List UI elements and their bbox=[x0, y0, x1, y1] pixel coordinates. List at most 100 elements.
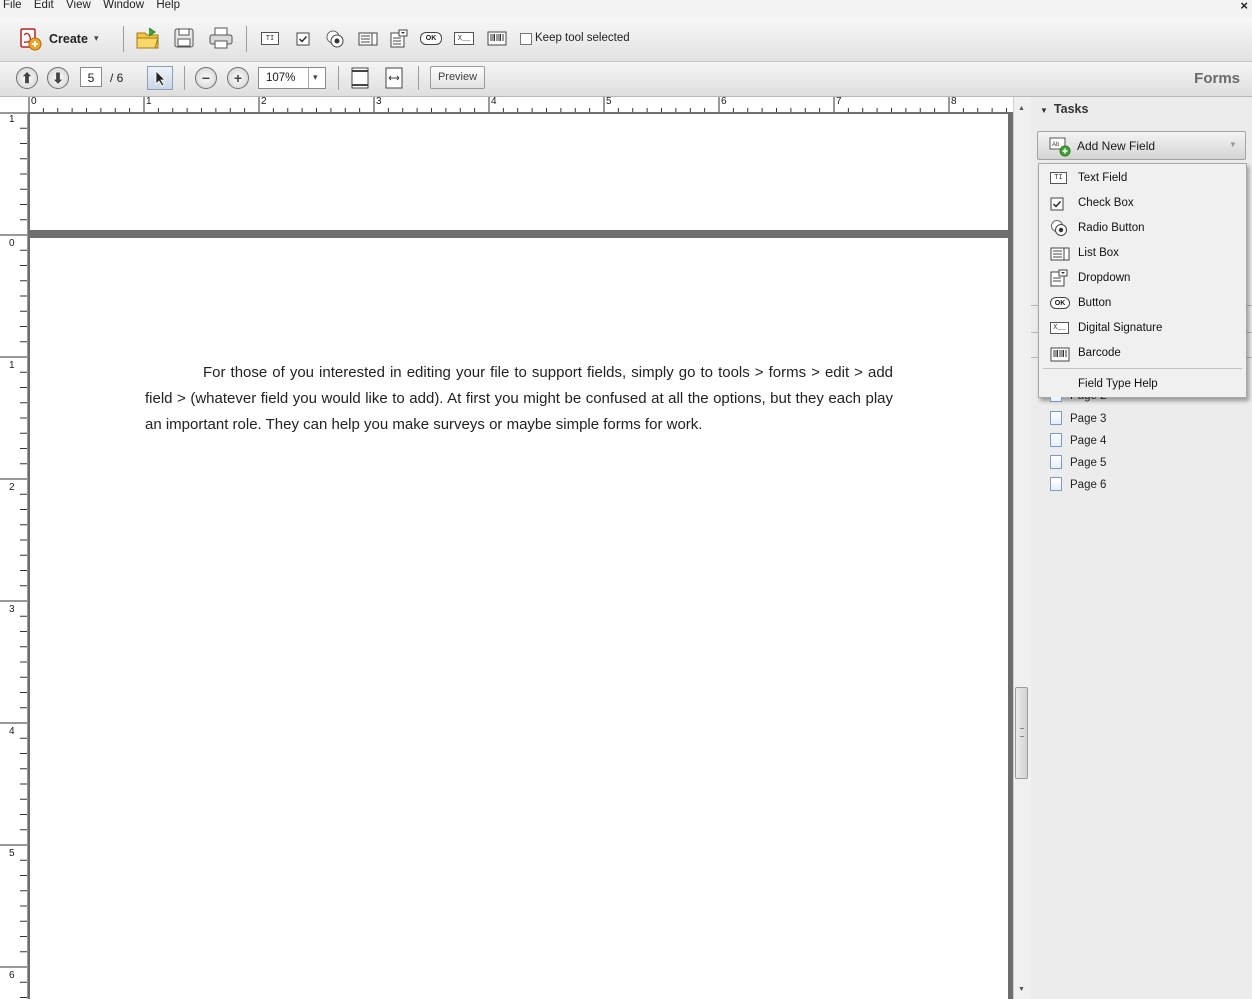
menu-view[interactable]: View bbox=[66, 0, 91, 12]
previous-page-area[interactable] bbox=[30, 114, 1008, 230]
menu-item-barcode[interactable]: Barcode bbox=[1039, 342, 1246, 366]
ruler-label: 1 bbox=[146, 97, 152, 107]
create-button[interactable]: Create ▾ bbox=[18, 26, 102, 52]
ruler-label: 8 bbox=[951, 97, 957, 107]
check-box-tool-icon[interactable] bbox=[296, 32, 310, 46]
menu-item-label: Field Type Help bbox=[1078, 378, 1158, 390]
ruler-label: 7 bbox=[836, 97, 842, 107]
page-icon bbox=[1050, 455, 1062, 469]
select-tool-button[interactable] bbox=[147, 66, 173, 90]
check-box-icon bbox=[1050, 197, 1064, 211]
menu-edit[interactable]: Edit bbox=[34, 0, 54, 12]
minus-icon: − bbox=[195, 67, 217, 89]
menu-item-check-box[interactable]: Check Box bbox=[1039, 192, 1246, 216]
next-page-button[interactable]: ⬇ bbox=[47, 67, 69, 89]
page-number-input[interactable]: 5 bbox=[80, 67, 102, 87]
ruler-label: 3 bbox=[376, 97, 382, 107]
zoom-in-button[interactable]: + bbox=[227, 67, 249, 89]
text-field-icon: TI bbox=[1050, 172, 1067, 184]
page-icon bbox=[1050, 433, 1062, 447]
fit-page-icon[interactable] bbox=[349, 67, 371, 89]
document-body-text: For those of you interested in editing y… bbox=[145, 364, 893, 433]
ruler-label: 6 bbox=[9, 970, 15, 981]
toolbar-separator bbox=[338, 66, 339, 90]
ruler-label: 2 bbox=[261, 97, 267, 107]
zoom-value: 107% bbox=[266, 72, 296, 84]
chevron-down-icon: ▼ bbox=[1229, 140, 1237, 149]
plus-icon: + bbox=[227, 67, 249, 89]
grip-icon bbox=[1020, 728, 1024, 737]
scrollbar-thumb[interactable] bbox=[1015, 687, 1028, 779]
menu-help[interactable]: Help bbox=[156, 0, 180, 12]
open-folder-icon[interactable] bbox=[135, 26, 161, 52]
menu-item-radio-button[interactable]: Radio Button bbox=[1039, 217, 1246, 241]
menu-item-dropdown[interactable]: Dropdown bbox=[1039, 267, 1246, 291]
close-icon[interactable]: × bbox=[1240, 0, 1248, 13]
ruler-label: 4 bbox=[491, 97, 497, 107]
ruler-label: 0 bbox=[31, 97, 37, 107]
button-icon: OK bbox=[1050, 297, 1070, 309]
barcode-tool-icon[interactable] bbox=[487, 31, 507, 46]
menu-item-label: Button bbox=[1078, 297, 1112, 309]
page-list-item[interactable]: Page 4 bbox=[1050, 433, 1106, 447]
menu-item-field-type-help[interactable]: Field Type Help bbox=[1039, 373, 1246, 397]
navigation-toolbar bbox=[0, 62, 1252, 97]
ruler-label: 5 bbox=[606, 97, 612, 107]
menu-separator bbox=[1043, 368, 1242, 369]
ruler-label: 6 bbox=[721, 97, 727, 107]
save-icon[interactable] bbox=[173, 27, 195, 49]
list-box-tool-icon[interactable] bbox=[358, 32, 378, 46]
fit-width-icon[interactable] bbox=[383, 67, 405, 89]
create-pdf-icon bbox=[20, 28, 42, 51]
toolbar-separator bbox=[184, 66, 185, 90]
button-tool-icon[interactable]: OK bbox=[420, 32, 442, 45]
zoom-out-button[interactable]: − bbox=[195, 67, 217, 89]
dropdown-tool-icon[interactable] bbox=[390, 29, 408, 49]
add-field-icon: Ab bbox=[1049, 137, 1071, 157]
menu-file[interactable]: File bbox=[3, 0, 22, 12]
ruler-label: 0 bbox=[9, 238, 15, 249]
radio-button-tool-icon[interactable] bbox=[325, 29, 347, 49]
page-list-label: Page 3 bbox=[1070, 413, 1107, 425]
menu-window[interactable]: Window bbox=[103, 0, 144, 12]
scroll-up-icon[interactable]: ▲ bbox=[1018, 105, 1025, 112]
menu-item-text-field[interactable]: TI Text Field bbox=[1039, 167, 1246, 191]
chevron-down-icon: ▾ bbox=[94, 33, 99, 43]
zoom-select[interactable]: 107% ▾ bbox=[258, 67, 326, 89]
scroll-down-icon[interactable]: ▼ bbox=[1018, 986, 1025, 993]
menu-item-list-box[interactable]: List Box bbox=[1039, 242, 1246, 266]
menu-item-button[interactable]: OK Button bbox=[1039, 292, 1246, 316]
add-field-label: Add New Field bbox=[1077, 139, 1156, 153]
page-list-item[interactable]: Page 5 bbox=[1050, 455, 1106, 469]
previous-page-button[interactable]: ⬆ bbox=[16, 67, 38, 89]
list-box-icon bbox=[1050, 247, 1070, 261]
add-new-field-button[interactable]: Ab Add New Field ▼ bbox=[1037, 131, 1246, 160]
vertical-scrollbar[interactable]: ▲ ▼ bbox=[1013, 97, 1031, 999]
menu-item-digital-signature[interactable]: X__ Digital Signature bbox=[1039, 317, 1246, 341]
add-field-menu: TI Text Field Check Box Radio Button Lis… bbox=[1038, 163, 1247, 398]
zoom-divider bbox=[308, 68, 309, 88]
digital-signature-tool-icon[interactable]: X__ bbox=[454, 32, 474, 45]
current-page-area[interactable] bbox=[30, 238, 1008, 999]
page-list-item[interactable]: Page 6 bbox=[1050, 477, 1106, 491]
menu-item-label: List Box bbox=[1078, 247, 1119, 259]
keep-tool-checkbox[interactable] bbox=[520, 33, 532, 45]
radio-button-icon bbox=[1051, 220, 1067, 236]
tasks-label: Tasks bbox=[1053, 102, 1089, 116]
digital-signature-icon: X__ bbox=[1050, 322, 1069, 334]
print-icon[interactable] bbox=[208, 26, 234, 50]
menu-item-label: Digital Signature bbox=[1078, 322, 1163, 334]
dropdown-icon bbox=[1050, 269, 1068, 287]
cursor-arrow-icon bbox=[155, 70, 166, 87]
ruler-label: 5 bbox=[9, 848, 15, 859]
page-list-label: Page 6 bbox=[1070, 479, 1107, 491]
tasks-header[interactable]: ▼ Tasks bbox=[1040, 102, 1088, 116]
page-list-item[interactable]: Page 3 bbox=[1050, 411, 1106, 425]
menu-item-label: Check Box bbox=[1078, 197, 1134, 209]
ruler-label: 3 bbox=[9, 604, 15, 615]
menu-item-label: Radio Button bbox=[1078, 222, 1145, 234]
ruler-label: 1 bbox=[9, 114, 15, 125]
preview-button[interactable]: Preview bbox=[430, 66, 485, 89]
text-field-tool-icon[interactable]: TI bbox=[261, 32, 279, 45]
page-list-label: Page 5 bbox=[1070, 457, 1107, 469]
